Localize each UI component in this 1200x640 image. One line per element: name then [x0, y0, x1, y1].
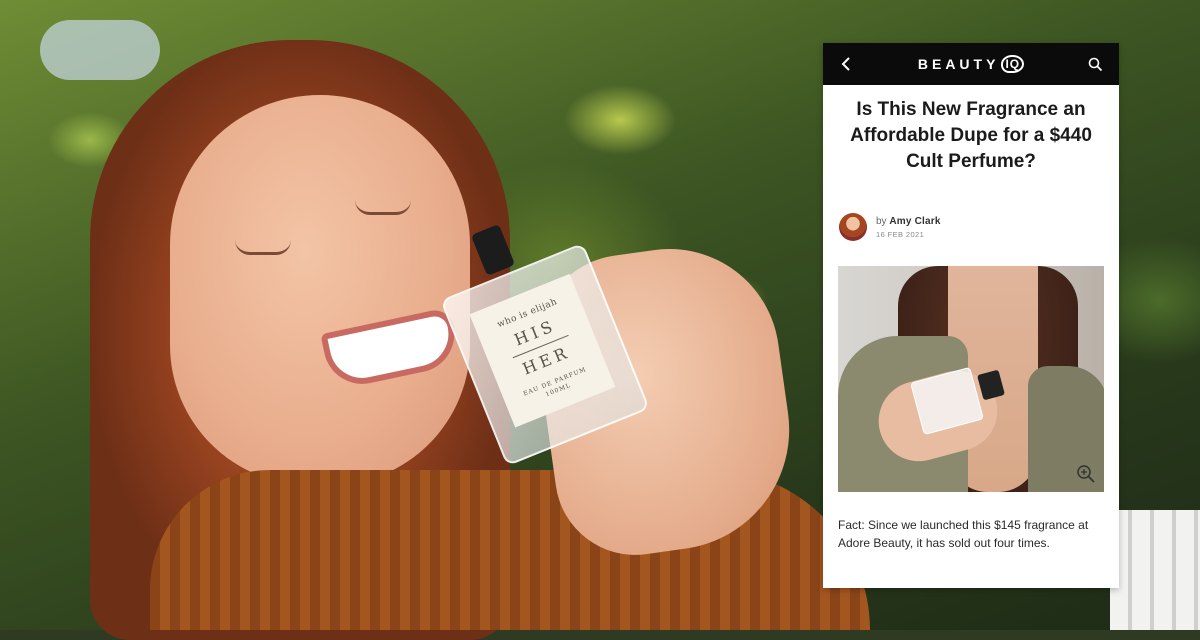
brand-logo[interactable]: BEAUTY IQ: [917, 55, 1025, 73]
article-headline[interactable]: Is This New Fragrance an Affordable Dupe…: [841, 97, 1101, 175]
author-name[interactable]: Amy Clark: [889, 216, 940, 227]
by-label: by: [876, 215, 887, 227]
zoom-button[interactable]: [1076, 464, 1096, 484]
woman-face: [170, 95, 470, 485]
back-button[interactable]: [835, 53, 857, 75]
left-eye: [235, 240, 291, 255]
zoom-in-icon: [1077, 465, 1095, 483]
search-icon: [1089, 57, 1103, 71]
chevron-left-icon: [841, 57, 850, 71]
author-avatar[interactable]: [839, 213, 867, 241]
search-button[interactable]: [1085, 53, 1107, 75]
article-card: BEAUTY IQ Is This New Fragrance an Affor…: [823, 43, 1119, 588]
brand-text: BEAUTY: [917, 56, 1000, 72]
sky-patch: [40, 20, 160, 80]
fence: [1110, 510, 1200, 630]
brand-iq: IQ: [1001, 55, 1025, 73]
publish-date: 16 FEB 2021: [876, 229, 925, 239]
top-bar: BEAUTY IQ: [823, 43, 1119, 85]
bottle-label: who is elijah HIS HER EAU DE PARFUM 100M…: [469, 273, 616, 428]
article-caption: Fact: Since we launched this $145 fragra…: [838, 518, 1089, 550]
article-image[interactable]: [838, 266, 1104, 492]
byline-text: by Amy Clark 16 FEB 2021: [876, 216, 941, 239]
right-eye: [355, 200, 411, 215]
author-line: by Amy Clark: [876, 216, 941, 227]
byline: by Amy Clark 16 FEB 2021: [839, 213, 1119, 241]
